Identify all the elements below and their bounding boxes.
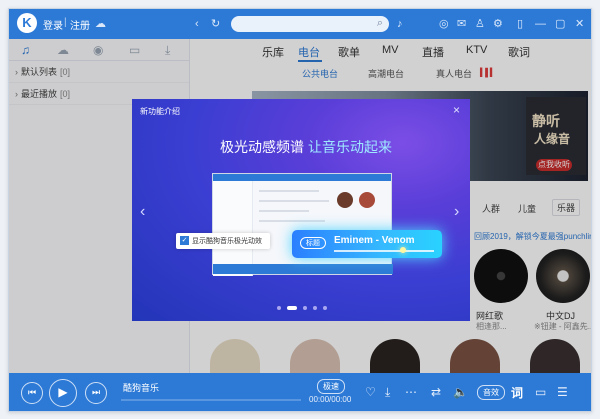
search-icon[interactable]: ⌕: [377, 17, 383, 30]
slide-dot[interactable]: [313, 306, 317, 310]
gear-icon[interactable]: ⚙: [493, 17, 503, 31]
dialog-title: 新功能介绍: [140, 107, 180, 116]
register-link[interactable]: 注册: [70, 17, 90, 32]
preview-line: [259, 190, 319, 192]
mail-icon[interactable]: ✉: [457, 17, 466, 31]
preview-screenshot: [212, 173, 393, 276]
preview-titlebar: [213, 174, 391, 181]
slide-dot[interactable]: [277, 306, 281, 310]
headline-2: 让音乐动起来: [308, 139, 392, 155]
preview-player: [213, 264, 393, 274]
heart-icon[interactable]: ♡: [365, 385, 376, 399]
close-icon[interactable]: ✕: [575, 17, 584, 31]
close-icon[interactable]: ×: [453, 103, 460, 117]
feature-intro-dialog: 新功能介绍 × 极光动感频谱 让音乐动起来 ‹ › ✓ 显示酷狗音乐极光动效 标…: [132, 99, 470, 321]
more-icon[interactable]: ⋯: [405, 385, 417, 399]
loop-icon[interactable]: ⇄: [431, 385, 441, 399]
slide-dot[interactable]: [303, 306, 307, 310]
headline-1: 极光动感频谱: [220, 139, 304, 155]
next-button[interactable]: ⏭: [85, 382, 107, 404]
search-input[interactable]: ⌕: [231, 16, 389, 32]
mobile-icon[interactable]: ▯: [517, 17, 523, 31]
login-link[interactable]: 登录: [43, 17, 63, 32]
volume-icon[interactable]: 🔈: [453, 385, 468, 399]
now-playing-title: 酷狗音乐: [123, 383, 160, 393]
aurora-checkbox-label: 显示酷狗音乐极光动效: [192, 238, 262, 245]
preview-line: [259, 220, 325, 222]
back-icon[interactable]: ‹: [195, 17, 199, 31]
skin-icon[interactable]: ♙: [475, 17, 485, 31]
preview-line: [259, 210, 309, 212]
download-icon[interactable]: ⤓: [385, 385, 390, 400]
comment-icon[interactable]: ▭: [535, 385, 546, 399]
aurora-preview-bar: 标题 Eminem - Venom: [292, 230, 442, 258]
slide-dot[interactable]: [323, 306, 327, 310]
lyrics-button[interactable]: 词: [511, 384, 523, 401]
glow-progress: [334, 250, 434, 252]
cloud-warning-icon[interactable]: ☁: [95, 17, 106, 31]
preview-line: [259, 200, 329, 202]
glow-tag: 标题: [300, 237, 326, 249]
preview-sidebar: [213, 181, 253, 276]
progress-bar[interactable]: [121, 399, 301, 401]
settings-icon[interactable]: ◎: [439, 17, 449, 31]
playlist-icon[interactable]: ☰: [557, 385, 568, 399]
slide-dot-active[interactable]: [287, 306, 297, 310]
kugou-logo: K: [17, 13, 37, 33]
minimize-icon[interactable]: —: [535, 17, 546, 31]
preview-thumb: [337, 192, 353, 208]
prev-slide-icon[interactable]: ‹: [140, 203, 145, 221]
restore-icon[interactable]: ▢: [555, 17, 565, 31]
play-button[interactable]: ▶: [49, 379, 77, 407]
glow-song: Eminem - Venom: [334, 235, 415, 246]
mic-icon[interactable]: ♪: [397, 17, 403, 31]
next-slide-icon[interactable]: ›: [454, 203, 459, 221]
aurora-checkbox-row[interactable]: ✓ 显示酷狗音乐极光动效: [176, 233, 270, 249]
sound-effect-button[interactable]: 音效: [477, 385, 505, 400]
previous-button[interactable]: ⏮: [21, 382, 43, 404]
player-bar: ⏮ ▶ ⏭ 酷狗音乐 00:00/00:00 极速 ♡ ⤓ ⋯ ⇄ 🔈 音效 词…: [9, 373, 591, 411]
preview-thumb: [359, 192, 375, 208]
separator: |: [64, 17, 67, 28]
aurora-checkbox[interactable]: ✓: [180, 236, 189, 245]
refresh-icon[interactable]: ↻: [211, 17, 220, 31]
glow-dot: [400, 247, 406, 253]
app-window: K 登录 | 注册 ☁ ‹ ↻ ⌕ ♪ ◎ ✉ ♙ ⚙ ▯ — ▢ ✕ ♫ ☁ …: [8, 8, 592, 412]
quality-button[interactable]: 极速: [317, 379, 345, 394]
play-time: 00:00/00:00: [309, 395, 352, 404]
title-bar: K 登录 | 注册 ☁ ‹ ↻ ⌕ ♪ ◎ ✉ ♙ ⚙ ▯ — ▢ ✕: [9, 9, 591, 39]
